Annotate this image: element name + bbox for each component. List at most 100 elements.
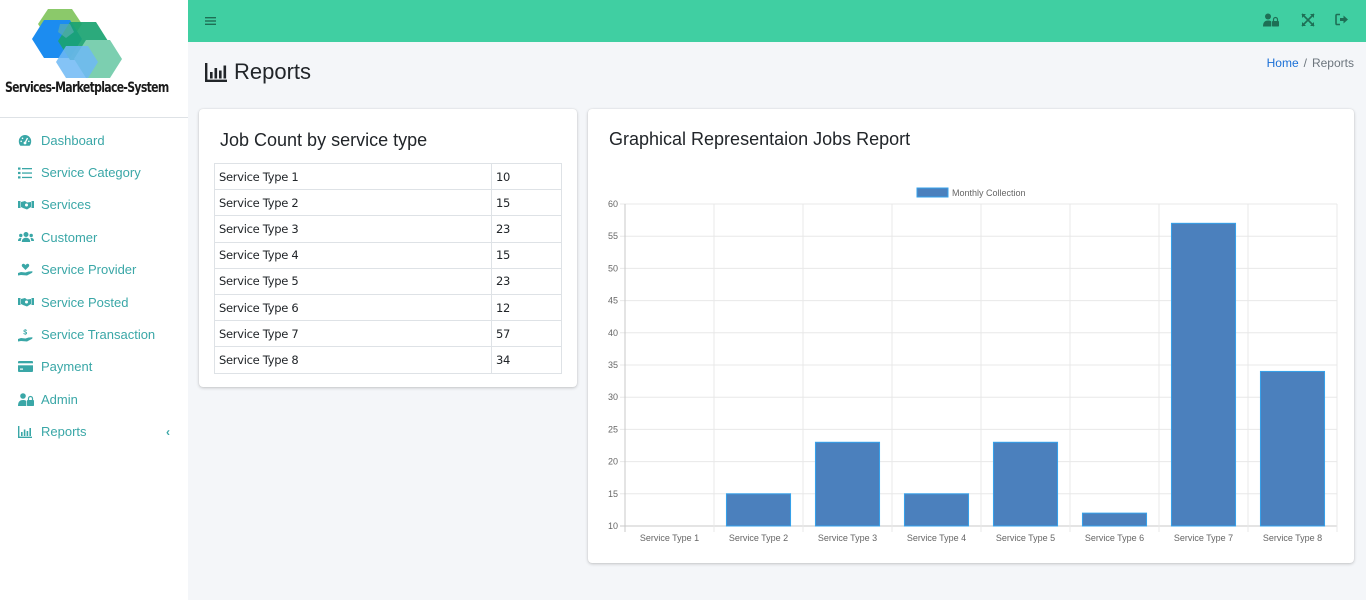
tachometer-icon [18, 134, 40, 147]
sidebar-item-service-provider[interactable]: Service Provider [0, 254, 188, 286]
sidebar-item-service-category[interactable]: Service Category [0, 156, 188, 188]
job-count-cell: 57 [491, 320, 562, 348]
sidebar-item-label: Service Category [41, 165, 141, 181]
x-tick-label: Service Type 1 [640, 533, 699, 543]
job-count-card: Job Count by service type Service Type 1… [199, 109, 577, 387]
job-count-cell: 12 [491, 293, 562, 322]
table-row: Service Type 2 15 [214, 189, 562, 217]
sidebar-item-reports[interactable]: Reports ‹ [0, 416, 188, 448]
sidebar-item-label: Dashboard [41, 132, 105, 148]
service-type-cell: Service Type 3 [214, 215, 492, 243]
chevron-left-icon[interactable]: ‹ [166, 425, 170, 439]
service-type-cell: Service Type 8 [214, 346, 492, 374]
bar [814, 441, 881, 527]
y-tick-label: 20 [608, 457, 618, 467]
table-row: Service Type 7 57 [214, 320, 562, 348]
sidebar-item-label: Service Transaction [41, 327, 156, 343]
bar-chart: 10 15 20 25 30 35 40 45 50 55 60 Service Type 1 Serv… [608, 187, 1338, 543]
sidebar-item-services[interactable]: Services [0, 189, 188, 221]
x-tick-label: Service Type 8 [1263, 533, 1322, 543]
x-tick-label: Service Type 2 [729, 533, 788, 543]
y-tick-label: 60 [608, 199, 618, 209]
sidebar-item-label: Service Posted [41, 294, 129, 310]
sidebar: Services-Marketplace-System Dashboard Se… [0, 0, 188, 600]
bar [1081, 512, 1148, 527]
sidebar-item-label: Service Provider [41, 262, 137, 278]
table-row: Service Type 3 23 [214, 215, 562, 243]
service-type-cell: Service Type 5 [214, 267, 492, 295]
sidebar-item-dashboard[interactable]: Dashboard [0, 124, 188, 156]
bar [1259, 370, 1326, 527]
hand-holding-heart-icon [18, 263, 40, 276]
job-count-cell: 15 [491, 241, 562, 269]
top-navbar [188, 0, 1366, 42]
bar [992, 441, 1059, 527]
legend-label: Monthly Collection [952, 188, 1026, 198]
y-tick-label: 50 [608, 263, 618, 273]
sidebar-item-label: Payment [41, 359, 93, 375]
job-count-cell: 10 [491, 162, 562, 191]
y-tick-label: 30 [608, 392, 618, 402]
y-tick-label: 55 [608, 231, 618, 241]
chart-bar-icon [18, 425, 40, 438]
x-tick-label: Service Type 5 [996, 533, 1055, 543]
job-count-table: Service Type 1 10 Service Type 2 15 Service … [214, 162, 562, 374]
y-tick-label: 15 [608, 489, 618, 499]
service-type-cell: Service Type 1 [214, 162, 492, 191]
sidebar-item-service-posted[interactable]: Service Posted [0, 286, 188, 318]
breadcrumb-current: Reports [1311, 56, 1354, 70]
page-title: Reports [205, 59, 311, 85]
x-tick-label: Service Type 7 [1174, 533, 1233, 543]
sign-out-icon[interactable] [1335, 13, 1351, 29]
service-type-cell: Service Type 4 [214, 241, 492, 269]
y-tick-label: 40 [608, 328, 618, 338]
table-row: Service Type 1 10 [214, 162, 562, 191]
job-count-cell: 23 [491, 267, 562, 295]
service-type-cell: Service Type 6 [214, 293, 492, 322]
breadcrumb-separator: / [1303, 56, 1307, 70]
page-title-text: Reports [234, 59, 312, 84]
service-type-cell: Service Type 7 [214, 320, 492, 348]
job-count-cell: 15 [491, 189, 562, 217]
x-tick-label: Service Type 6 [1085, 533, 1144, 543]
user-lock-icon [18, 393, 40, 406]
expand-arrows-icon[interactable] [1301, 13, 1317, 29]
chart-bar-icon [205, 62, 227, 82]
bar [725, 493, 792, 527]
table-row: Service Type 5 23 [214, 267, 562, 295]
brand-name: Services-Marketplace-System [5, 80, 169, 96]
sidebar-item-admin[interactable]: Admin [0, 383, 188, 415]
hand-holding-usd-icon: $ [18, 328, 40, 342]
svg-text:$: $ [23, 329, 27, 336]
sidebar-item-label: Customer [41, 229, 98, 245]
bars-icon[interactable] [205, 14, 216, 27]
sidebar-item-payment[interactable]: Payment [0, 351, 188, 383]
job-count-cell: 23 [491, 215, 562, 243]
table-row: Service Type 4 15 [214, 241, 562, 269]
service-type-cell: Service Type 2 [214, 189, 492, 217]
sidebar-item-service-transaction[interactable]: $ Service Transaction [0, 318, 188, 350]
users-icon [18, 231, 40, 243]
x-tick-label: Service Type 3 [818, 533, 877, 543]
sidebar-item-label: Reports [41, 424, 87, 440]
breadcrumb-home-link[interactable]: Home [1267, 56, 1299, 70]
table-row: Service Type 8 34 [214, 346, 562, 374]
brand[interactable]: Services-Marketplace-System [0, 0, 188, 118]
sidebar-item-label: Services [41, 197, 91, 213]
job-count-cell: 34 [491, 346, 562, 374]
bar [1170, 222, 1237, 527]
table-row: Service Type 6 12 [214, 293, 562, 322]
y-tick-label: 25 [608, 424, 618, 434]
handshake-icon [18, 297, 40, 307]
y-tick-label: 10 [608, 521, 618, 531]
credit-card-icon [18, 361, 40, 373]
sidebar-item-customer[interactable]: Customer [0, 221, 188, 253]
list-icon [18, 167, 40, 179]
card-title: Job Count by service type [220, 130, 428, 150]
legend-swatch [916, 187, 949, 198]
y-tick-label: 35 [608, 360, 618, 370]
y-tick-label: 45 [608, 296, 618, 306]
sidebar-item-label: Admin [41, 391, 78, 407]
user-lock-icon[interactable] [1263, 13, 1279, 29]
x-tick-label: Service Type 4 [907, 533, 966, 543]
